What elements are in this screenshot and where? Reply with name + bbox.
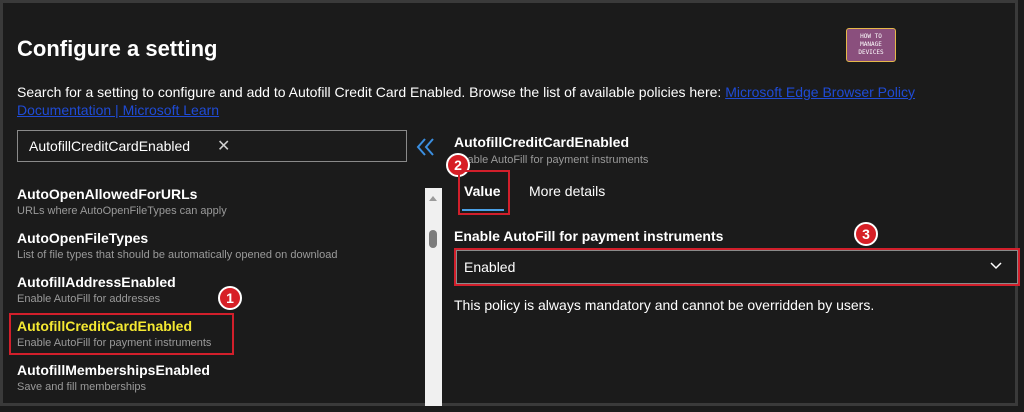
list-item[interactable]: AutofillMembershipsEnabled Save and fill… [17,362,407,393]
list-item-name: AutofillAddressEnabled [17,274,176,290]
close-icon[interactable]: ✕ [217,136,230,156]
list-item[interactable]: AutoOpenAllowedForURLs URLs where AutoOp… [17,186,407,217]
tab-more-details[interactable]: More details [529,183,605,199]
how-to-manage-devices-logo: HOW TO MANAGE DEVICES [846,28,896,62]
detail-subtitle: Enable AutoFill for payment instruments [454,154,649,166]
list-item-name: AutofillMembershipsEnabled [17,362,210,378]
search-box[interactable]: ✕ [17,130,407,162]
annotation-box-1 [9,313,234,355]
annotation-badge-1: 1 [218,286,242,310]
logo-line-3: DEVICES [858,49,884,56]
list-item-description: List of file types that should be automa… [17,249,338,261]
annotation-box-3 [454,248,1020,286]
list-item-name: AutoOpenFileTypes [17,230,149,246]
tab-value[interactable]: Value [464,183,501,199]
list-item-description: Save and fill memberships [17,381,147,393]
double-chevron-left-icon[interactable] [414,134,438,160]
policy-note: This policy is always mandatory and cann… [454,297,875,313]
page-title: Configure a setting [17,36,218,61]
logo-line-2: MANAGE [860,41,882,48]
list-item[interactable]: AutoOpenFileTypes List of file types tha… [17,230,407,261]
logo-line-1: HOW TO [860,33,882,40]
list-item-name: AutoOpenAllowedForURLs [17,186,198,202]
scroll-thumb[interactable] [429,230,437,248]
scroll-up-arrow-icon[interactable] [429,196,437,201]
detail-title: AutofillCreditCardEnabled [454,134,630,150]
tab-value-underline [462,209,504,211]
description: Search for a setting to configure and ad… [17,83,1007,119]
list-item[interactable]: AutofillAddressEnabled Enable AutoFill f… [17,274,407,305]
search-input[interactable] [29,138,209,154]
annotation-badge-3: 3 [854,222,878,246]
list-item-description: Enable AutoFill for addresses [17,293,161,305]
list-scrollbar[interactable] [425,188,442,406]
list-item-description: URLs where AutoOpenFileTypes can apply [17,205,227,217]
field-label: Enable AutoFill for payment instruments [454,228,724,244]
description-text: Search for a setting to configure and ad… [17,84,726,100]
